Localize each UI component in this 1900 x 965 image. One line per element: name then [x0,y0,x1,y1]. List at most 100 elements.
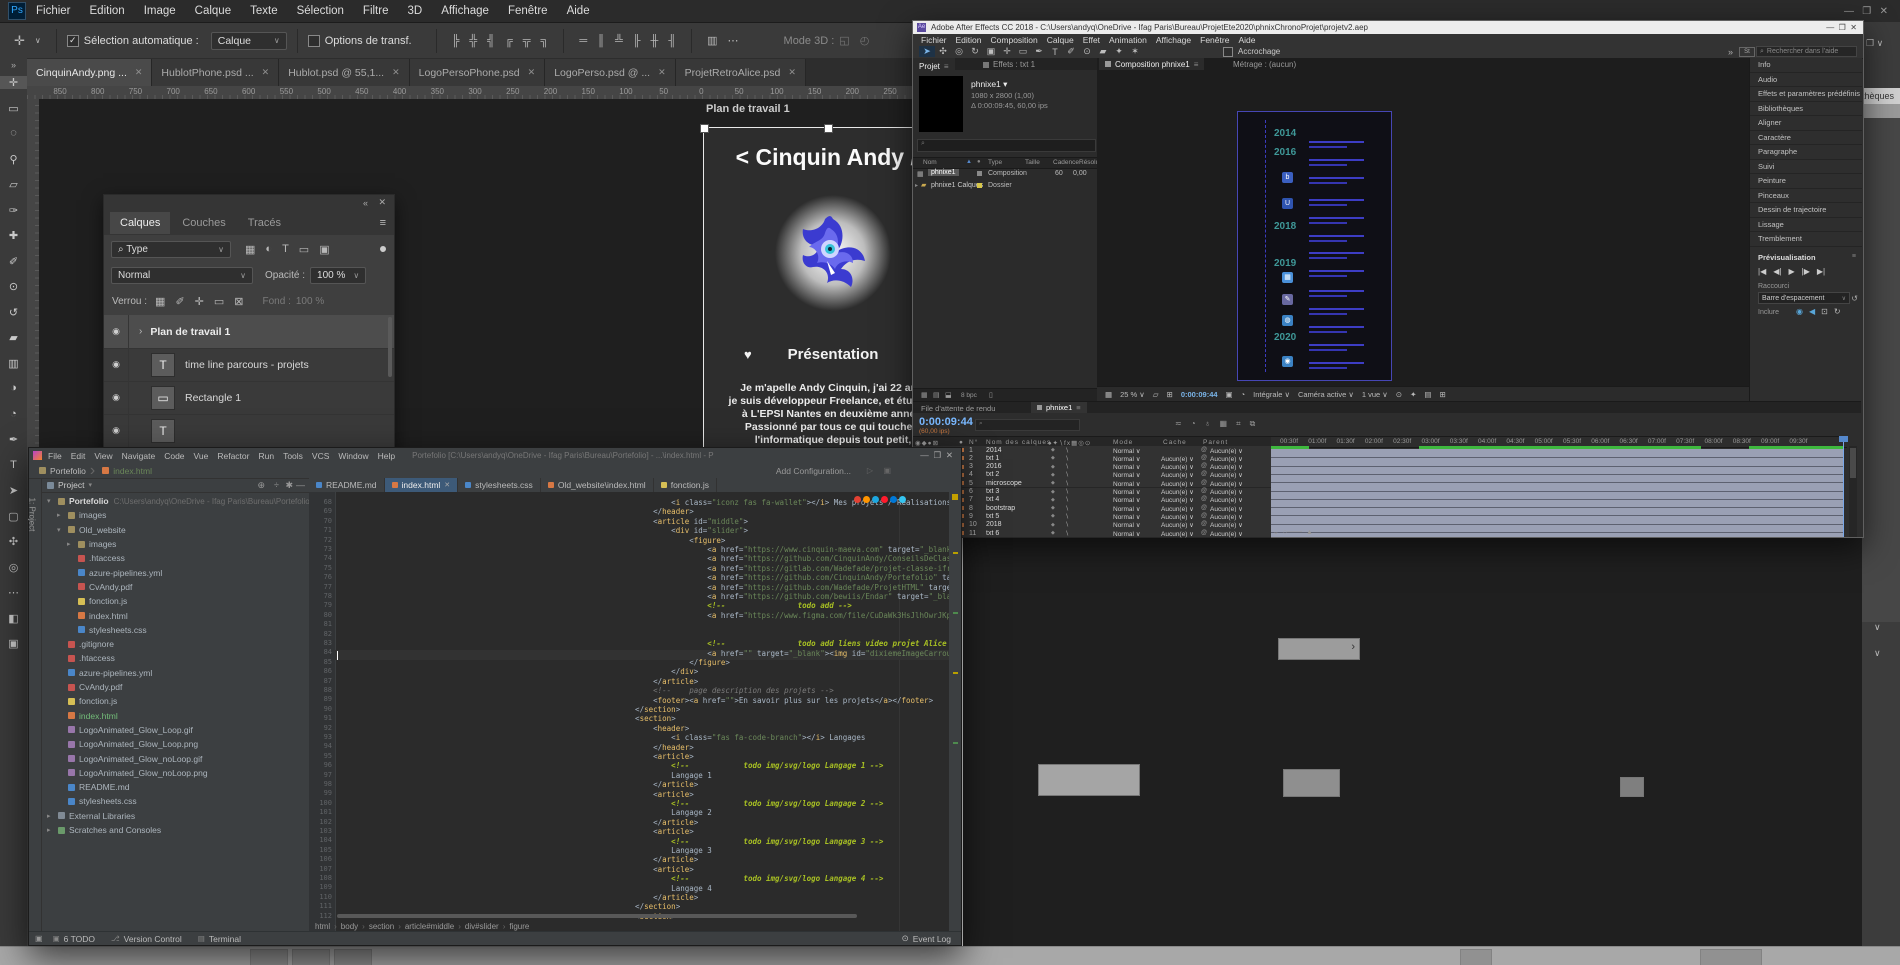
go-to-start-icon[interactable]: |◀ [1758,267,1766,276]
dock-panel-info[interactable]: Info [1750,58,1862,73]
new-composition-icon[interactable]: ⬓ [945,391,952,399]
close-icon[interactable]: ✕ [262,67,270,78]
column-icons[interactable]: ● [959,439,964,446]
view-layout-select[interactable]: 1 vue ∨ [1362,390,1388,399]
taskbar-button[interactable] [292,949,330,965]
mode-select[interactable]: Normal ∨ [1113,488,1141,496]
opera-icon[interactable] [881,496,888,503]
comp-name[interactable]: phnixe1 ▾ [971,79,1007,90]
metrage-tab[interactable]: Métrage : (aucun) [1233,60,1296,69]
selection-handle[interactable] [824,124,833,133]
status-6-todo[interactable]: ▣6 TODO [53,934,95,944]
edge-icon[interactable] [890,496,897,503]
scrollbar[interactable] [388,317,392,377]
align-icon-0[interactable]: ╠ [452,35,460,47]
tool-preset-chevron-icon[interactable]: ∨ [35,36,41,45]
audio-include-icon[interactable]: ◀ [1809,307,1815,316]
menu-aide[interactable]: Aide [567,5,590,17]
overlays-include-icon[interactable]: ⊡ [1821,307,1828,316]
chevrons-icon[interactable]: » [1728,47,1733,57]
tree-row[interactable]: LogoAnimated_Glow_Loop.png [41,737,309,751]
resolution-select[interactable]: Intégrale ∨ [1253,390,1290,399]
column-cache[interactable]: Cache [1163,439,1187,446]
visibility-eye-icon[interactable]: ◉ [104,381,129,414]
panel-menu-icon[interactable]: ≡ [1852,253,1856,260]
mode-select[interactable]: Normal ∨ [1113,471,1141,479]
tree-row[interactable]: .gitignore [41,637,309,651]
project-tab[interactable]: Projet≡ [913,58,955,74]
tree-row[interactable]: ▸images [41,508,309,522]
reset-icon[interactable]: ↺ [1851,294,1858,303]
parent-select[interactable]: Aucun(e) ∨ [1210,505,1243,513]
ae-titlebar[interactable]: Ae Adobe After Effects CC 2018 - C:\User… [913,21,1863,34]
eraser-tool-icon[interactable]: ▰ [0,331,27,344]
menu-sélection[interactable]: Sélection [297,5,344,17]
menu-edition[interactable]: Edition [90,5,125,17]
project-row[interactable]: ▦phnixe1Composition600,00 [913,169,1097,180]
dock-panel-aligner[interactable]: Aligner [1750,116,1862,131]
project-panel-title[interactable]: Project [58,480,84,490]
filter-type-icon[interactable]: T [282,243,289,255]
align-icon-3[interactable]: ╔ [505,35,513,47]
shape-tool-icon[interactable]: ▭ [1015,46,1031,57]
new-folder-icon[interactable]: ▤ [933,391,940,399]
lock-artboard-icon[interactable]: ▭ [214,295,224,308]
snap-checkbox[interactable] [1223,47,1233,57]
breadcrumb-item[interactable]: article#middle [405,922,454,931]
column-type[interactable]: Type [988,159,1002,166]
parent-select[interactable]: Aucun(e) ∨ [1210,513,1243,521]
render-queue-tab[interactable]: File d'attente de rendu [921,404,995,413]
ae-menu-composition[interactable]: Composition [991,35,1038,45]
menu-image[interactable]: Image [144,5,176,17]
editor-tab[interactable]: README.md [309,478,385,492]
composition-frame[interactable]: 20142016201820192020bU▦✎◍◉ [1237,111,1392,381]
timeline-timecode[interactable]: 0:00:09:44 [919,416,973,428]
chrome-icon[interactable] [854,496,861,503]
parent-select[interactable]: Aucun(e) ∨ [1210,488,1243,496]
shortcut-select[interactable]: Barre d'espacement∨ [1758,292,1850,304]
menu-texte[interactable]: Texte [250,5,278,17]
ae-menu-effet[interactable]: Effet [1083,35,1100,45]
track-matte-select[interactable]: Aucun(e) ∨ [1161,455,1194,463]
layer-row[interactable]: ◉›Plan de travail 1 [104,315,394,349]
current-time-indicator-handle[interactable] [1839,436,1848,442]
hand-tool-icon[interactable]: ✣ [0,535,27,548]
parent-select[interactable]: Aucun(e) ∨ [1210,480,1243,488]
viewer-timecode[interactable]: 0:00:09:44 [1181,390,1218,399]
layers-panel-tab-couches[interactable]: Couches [172,212,235,234]
motion-blur-icon[interactable]: ⌗ [1236,419,1241,429]
layer-row[interactable]: ◉▭Rectangle 1 [104,381,394,415]
parent-pickwhip-icon[interactable]: @ [1201,496,1207,502]
maximize-icon[interactable]: ❐ [1862,6,1871,17]
layer-row[interactable]: ◉Ttime line parcours - projets [104,348,394,382]
breadcrumb-item[interactable]: div#slider [465,922,499,931]
firefox-icon[interactable] [863,496,870,503]
lock-position-icon[interactable]: ✛ [195,295,204,308]
taskbar-button[interactable] [1460,949,1492,965]
tree-expand-icon[interactable]: ▸ [47,826,55,834]
dock-panel-lissage[interactable]: Lissage [1750,218,1862,233]
mode-select[interactable]: Normal ∨ [1113,496,1141,504]
track-matte-select[interactable]: Aucun(e) ∨ [1161,488,1194,496]
interpret-footage-icon[interactable]: ▦ [921,391,928,399]
parent-pickwhip-icon[interactable]: @ [1201,463,1207,469]
label-color-icon[interactable] [977,171,982,176]
taskbar-button[interactable] [334,949,372,965]
tree-row[interactable]: LogoAnimated_Glow_noLoop.gif [41,751,309,765]
timeline-search-input[interactable]: ⌕ [975,419,1080,431]
dock-panel-dessin-de-trajectoire[interactable]: Dessin de trajectoire [1750,203,1862,218]
tree-row[interactable]: stylesheets.css [41,794,309,808]
align-icon-5[interactable]: ╗ [541,35,549,47]
breadcrumb-item[interactable]: figure [509,922,529,931]
snapshot-icon[interactable]: ▣ [1226,390,1233,399]
track-matte-select[interactable]: Aucun(e) ∨ [1161,480,1194,488]
distribute-icon-5[interactable]: ╢ [668,35,676,47]
history-brush-tool-icon[interactable]: ↺ [0,306,27,319]
color-depth-label[interactable]: 8 bpc [961,392,977,399]
hand-tool-icon[interactable]: ✣ [935,46,951,57]
mode-select[interactable]: Normal ∨ [1113,505,1141,513]
go-to-end-icon[interactable]: ▶| [1817,267,1825,276]
pst-menu-edit[interactable]: Edit [71,451,86,461]
rotate-tool-icon[interactable]: ↻ [967,46,983,57]
puppet-tool-icon[interactable]: ✶ [1127,46,1143,57]
